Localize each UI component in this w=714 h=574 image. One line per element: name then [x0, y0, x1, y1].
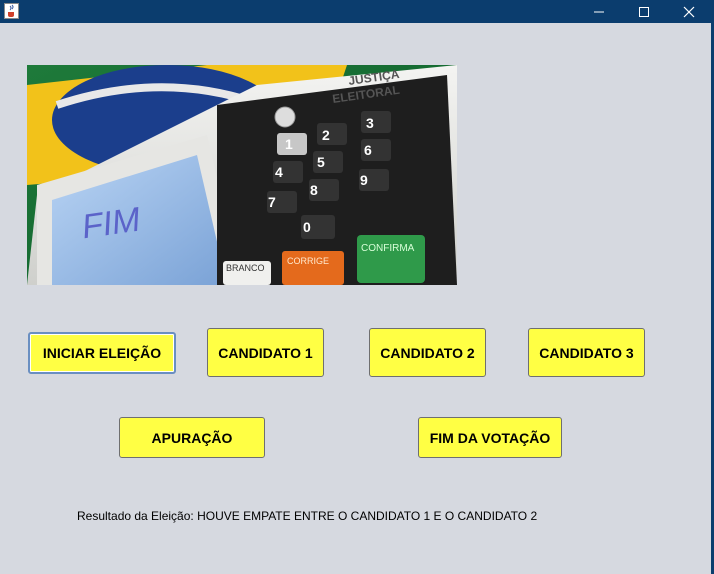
- key-confirma: CONFIRMA: [361, 243, 415, 254]
- key-4: 4: [275, 164, 283, 180]
- maximize-button[interactable]: [621, 0, 667, 23]
- title-bar[interactable]: [0, 0, 714, 23]
- key-5: 5: [317, 154, 325, 170]
- key-6: 6: [364, 142, 372, 158]
- key-8: 8: [310, 182, 318, 198]
- candidato-3-button[interactable]: CANDIDATO 3: [528, 328, 645, 377]
- key-corrige: CORRIGE: [287, 256, 329, 266]
- key-9: 9: [360, 172, 368, 188]
- key-7: 7: [268, 194, 276, 210]
- minimize-icon: [594, 11, 604, 12]
- key-branco: BRANCO: [226, 263, 265, 273]
- election-result-label: Resultado da Eleição: HOUVE EMPATE ENTRE…: [77, 509, 538, 523]
- voting-machine-image: FIM JUSTIÇA ELEITORAL 1 2 3 4 5 6 7 8 9: [27, 65, 457, 285]
- key-0: 0: [303, 219, 311, 235]
- fim-da-votacao-button[interactable]: FIM DA VOTAÇÃO: [418, 417, 562, 458]
- key-1: 1: [285, 136, 293, 152]
- candidato-2-button[interactable]: CANDIDATO 2: [369, 328, 486, 377]
- candidato-1-button[interactable]: CANDIDATO 1: [207, 328, 324, 377]
- key-3: 3: [366, 115, 374, 131]
- java-cup-icon[interactable]: [4, 3, 19, 19]
- maximize-icon: [639, 6, 649, 17]
- close-icon: [683, 6, 695, 17]
- apuracao-button[interactable]: APURAÇÃO: [119, 417, 265, 458]
- close-button[interactable]: [666, 0, 712, 23]
- minimize-button[interactable]: [576, 0, 622, 23]
- iniciar-eleicao-button[interactable]: INICIAR ELEIÇÃO: [28, 332, 176, 374]
- coat-of-arms-icon: [274, 106, 296, 128]
- key-2: 2: [322, 127, 330, 143]
